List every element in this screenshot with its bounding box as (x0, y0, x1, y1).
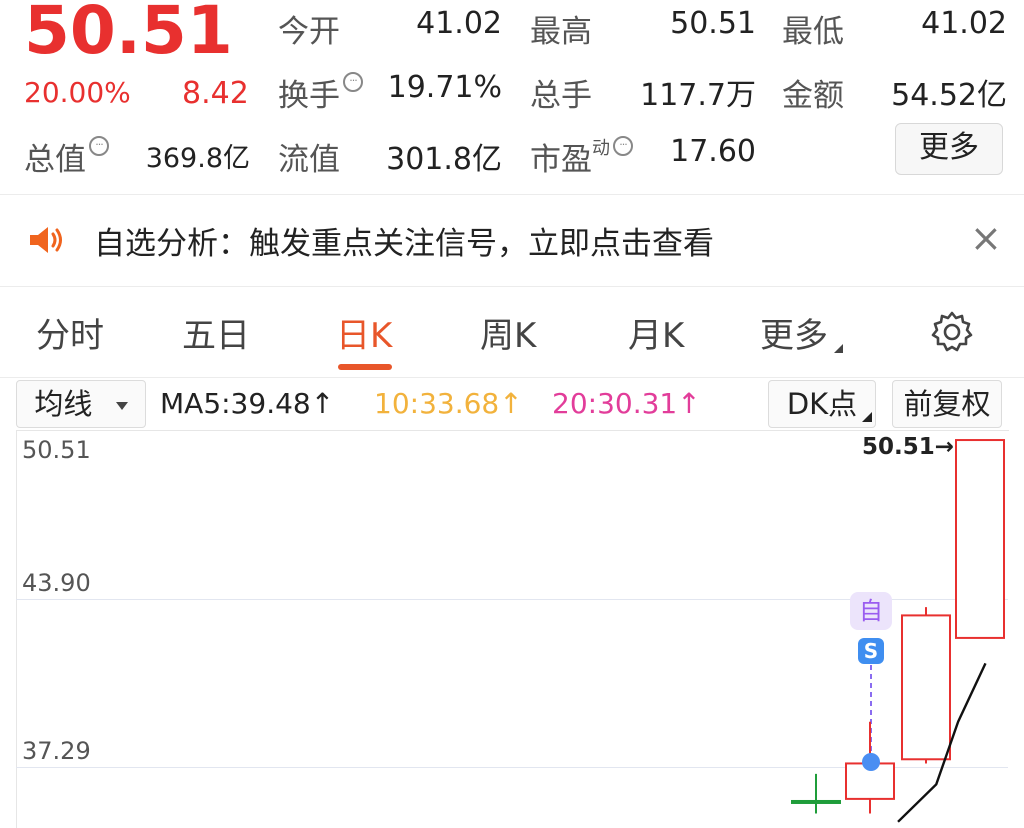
signal-badge-top[interactable]: 自 (850, 592, 892, 630)
candle-body[interactable] (955, 439, 1005, 639)
signal-dot[interactable] (862, 753, 880, 771)
candle-body[interactable] (791, 799, 841, 804)
signal-s-badge[interactable]: S (858, 638, 884, 664)
kline-chart (791, 439, 1005, 823)
candle-body[interactable] (901, 614, 951, 761)
